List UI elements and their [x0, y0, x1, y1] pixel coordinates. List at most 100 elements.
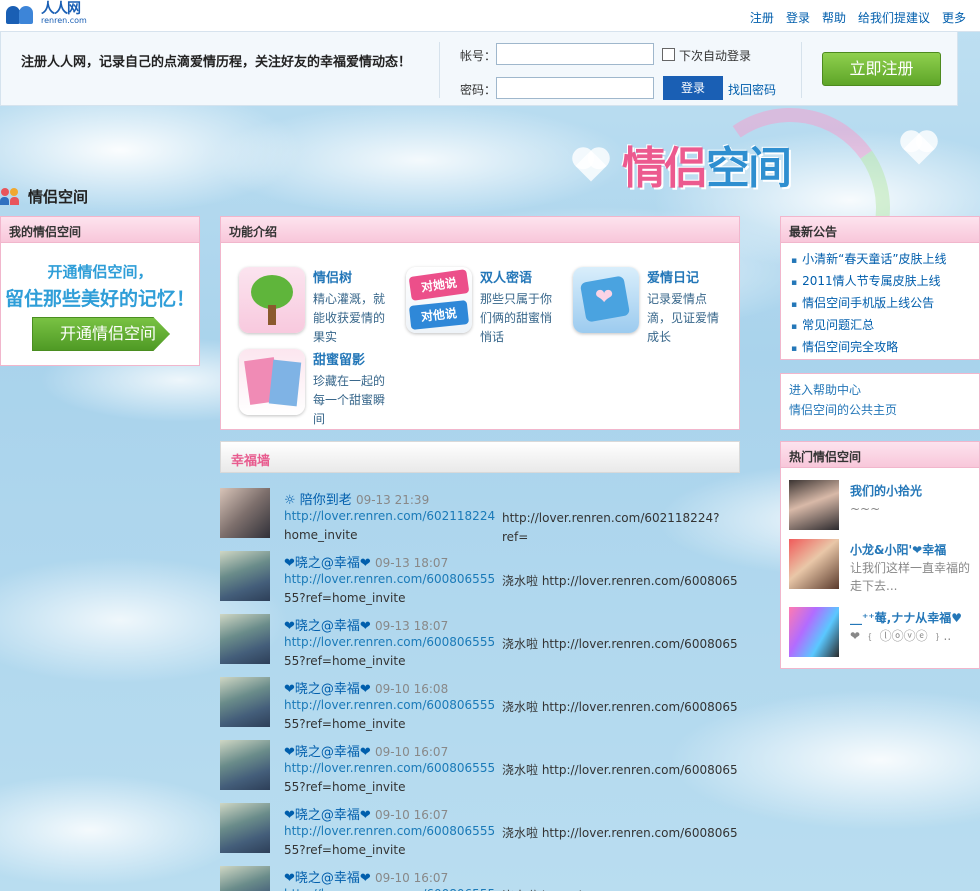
post-message: 浇水啦 http://lover.renren.com/6008065 [502, 826, 738, 840]
promo-line1: 开通情侣空间， [47, 263, 153, 281]
notice-item[interactable]: 常见问题汇总 [802, 318, 874, 332]
renren-logo[interactable]: 人人网 renren.com [6, 1, 87, 26]
post-user[interactable]: ❤晓之@幸福❤ [284, 556, 371, 571]
top-bar: 人人网 renren.com 注册 登录 帮助 给我们提建议 更多 [0, 0, 980, 32]
account-label: 帐号： [460, 49, 497, 63]
post-time: 09-13 18:07 [374, 556, 449, 570]
icon-label-him: 对他说 [408, 300, 470, 330]
my-couple-space-panel: 我的情侣空间 开通情侣空间， 留住那些美好的记忆！ 开通情侣空间 [0, 216, 200, 366]
post-message-tail: 55?ref=home_invite [284, 843, 406, 857]
hot-space-desc: ❤ ﹛ ⓛⓞⓥⓔ ﹜.. [850, 629, 952, 643]
post-user[interactable]: ❤晓之@幸福❤ [284, 619, 371, 634]
post-time: 09-13 18:07 [374, 619, 449, 633]
password-label: 密码： [460, 83, 497, 97]
hot-space-name[interactable]: __⁺⁺莓,ナナ从幸福♥ [850, 609, 962, 626]
post-message-tail: 55?ref=home_invite [284, 780, 406, 794]
help-center-link[interactable]: 进入帮助中心 [789, 380, 971, 400]
post-space-link[interactable]: http://lover.renren.com/602118224 [284, 509, 495, 523]
logo-icon [6, 4, 38, 26]
hot-space-item[interactable]: __⁺⁺莓,ナナ从幸福♥ ❤ ﹛ ⓛⓞⓥⓔ ﹜.. [789, 607, 975, 661]
post-space-link[interactable]: http://lover.renren.com/600806555 [284, 698, 495, 712]
feature-name: 双人密语 [480, 271, 533, 286]
avatar[interactable] [220, 866, 270, 891]
help-panel: 进入帮助中心 情侣空间的公共主页 [780, 373, 980, 430]
login-button[interactable]: 登录 [663, 76, 723, 100]
account-input[interactable] [496, 43, 654, 65]
post-message-tail: home_invite [284, 528, 358, 542]
post-header: ❤晓之@幸福❤ 09-10 16:07 [284, 867, 448, 886]
avatar[interactable] [789, 539, 839, 589]
wall-post: ❤晓之@幸福❤ 09-10 16:07http://lover.renren.c… [220, 739, 760, 802]
remember-checkbox[interactable] [662, 48, 675, 61]
forgot-password-link[interactable]: 找回密码 [728, 81, 776, 98]
post-space-link[interactable]: http://lover.renren.com/600806555 [284, 761, 495, 775]
post-header: ❤晓之@幸福❤ 09-10 16:07 [284, 804, 448, 823]
post-space-link[interactable]: http://lover.renren.com/600806555 [284, 572, 495, 586]
nav-register[interactable]: 注册 [750, 9, 774, 26]
public-page-link[interactable]: 情侣空间的公共主页 [789, 400, 971, 420]
post-header: ☼ 陪你到老 09-13 21:39 [284, 489, 429, 508]
post-header: ❤晓之@幸福❤ 09-13 18:07 [284, 615, 448, 634]
avatar[interactable] [220, 488, 270, 538]
nav-login[interactable]: 登录 [786, 9, 810, 26]
post-time: 09-10 16:07 [374, 871, 449, 885]
feature-desc: 记录爱情点滴，见证爱情成长 [647, 292, 720, 344]
remember-label: 下次自动登录 [679, 49, 752, 63]
post-header: ❤晓之@幸福❤ 09-10 16:08 [284, 678, 448, 697]
notice-item[interactable]: 2011情人节专属皮肤上线 [802, 274, 941, 288]
wall-post: ❤晓之@幸福❤ 09-10 16:07http://lover.renren.c… [220, 865, 760, 891]
wall-post: ❤晓之@幸福❤ 09-10 16:08 http://lover.renren.c… [220, 676, 760, 739]
avatar[interactable] [220, 677, 270, 727]
notice-item[interactable]: 情侣空间手机版上线公告 [802, 296, 934, 310]
post-user[interactable]: ☼ 陪你到老 [284, 493, 352, 508]
post-user[interactable]: ❤晓之@幸福❤ [284, 808, 371, 823]
avatar[interactable] [220, 740, 270, 790]
post-user[interactable]: ❤晓之@幸福❤ [284, 682, 371, 697]
avatar[interactable] [220, 551, 270, 601]
divider [801, 42, 802, 98]
avatar[interactable] [789, 607, 839, 657]
feature-desc: 精心灌溉，就能收获爱情的果实 [313, 292, 386, 344]
page-title: 情侣空间 [0, 186, 88, 207]
nav-more[interactable]: 更多 [942, 9, 966, 26]
notice-item[interactable]: 小清新“春天童话”皮肤上线 [802, 252, 946, 266]
post-header: ❤晓之@幸福❤ 09-10 16:07 [284, 741, 448, 760]
hot-space-name[interactable]: 我们的小拾光 [850, 482, 922, 499]
logo-text-cn: 人人网 [41, 1, 81, 17]
post-user[interactable]: ❤晓之@幸福❤ [284, 745, 371, 760]
feature-intro-panel: 功能介绍 情侣树 精心灌溉，就能收获爱情的果实 对她说 对他说 双人密语 那些只… [220, 216, 740, 430]
register-button[interactable]: 立即注册 [822, 52, 941, 86]
open-couple-space-button[interactable]: 开通情侣空间 [32, 317, 170, 351]
post-time: 09-13 21:39 [355, 493, 430, 507]
post-message: 浇水啦 http://lover.renren.com/6008065 [502, 887, 742, 891]
avatar[interactable] [220, 614, 270, 664]
post-space-link[interactable]: http://lover.renren.com/600806555 [284, 635, 495, 649]
post-space-link[interactable]: http://lover.renren.com/600806555 [284, 824, 495, 838]
divider [439, 42, 440, 98]
latest-notice-panel: 最新公告 小清新“春天童话”皮肤上线 2011情人节专属皮肤上线 情侣空间手机版… [780, 216, 980, 360]
wall-post: ❤晓之@幸福❤ 09-13 18:07 http://lover.renren.c… [220, 550, 760, 613]
nav-help[interactable]: 帮助 [822, 9, 846, 26]
hot-space-item[interactable]: 我们的小拾光 ~~~ [789, 480, 975, 534]
hot-space-item[interactable]: 小龙&小阳'❤幸福 让我们这样一直幸福的走下去... [789, 539, 975, 593]
hot-space-name[interactable]: 小龙&小阳'❤幸福 [850, 541, 946, 558]
hot-couple-spaces-panel: 热门情侣空间 我们的小拾光 ~~~ 小龙&小阳'❤幸福 让我们这样一直幸福的走下… [780, 441, 980, 669]
tree-icon [239, 267, 305, 333]
page-title-text: 情侣空间 [28, 188, 89, 206]
login-bar: 注册人人网，记录自己的点滴爱情历程，关注好友的幸福爱情动态！ 帐号： 密码： [0, 32, 958, 106]
nav-feedback[interactable]: 给我们提建议 [858, 9, 930, 26]
post-space-link[interactable]: http://lover.renren.com/600806555 [284, 887, 495, 891]
post-user[interactable]: ❤晓之@幸福❤ [284, 871, 371, 886]
feature-name: 爱情日记 [647, 271, 700, 286]
photo-icon [239, 349, 305, 415]
password-input[interactable] [496, 77, 654, 99]
feature-name: 情侣树 [313, 271, 353, 286]
post-message-tail: 55?ref=home_invite [284, 654, 406, 668]
post-time: 09-10 16:07 [374, 745, 449, 759]
avatar[interactable] [220, 803, 270, 853]
wall-post: ❤晓之@幸福❤ 09-10 16:07http://lover.renren.c… [220, 802, 760, 865]
post-message-tail: 55?ref=home_invite [284, 717, 406, 731]
notice-item[interactable]: 情侣空间完全攻略 [802, 340, 898, 354]
hot-space-desc: 让我们这样一直幸福的走下去... [850, 561, 971, 593]
avatar[interactable] [789, 480, 839, 530]
